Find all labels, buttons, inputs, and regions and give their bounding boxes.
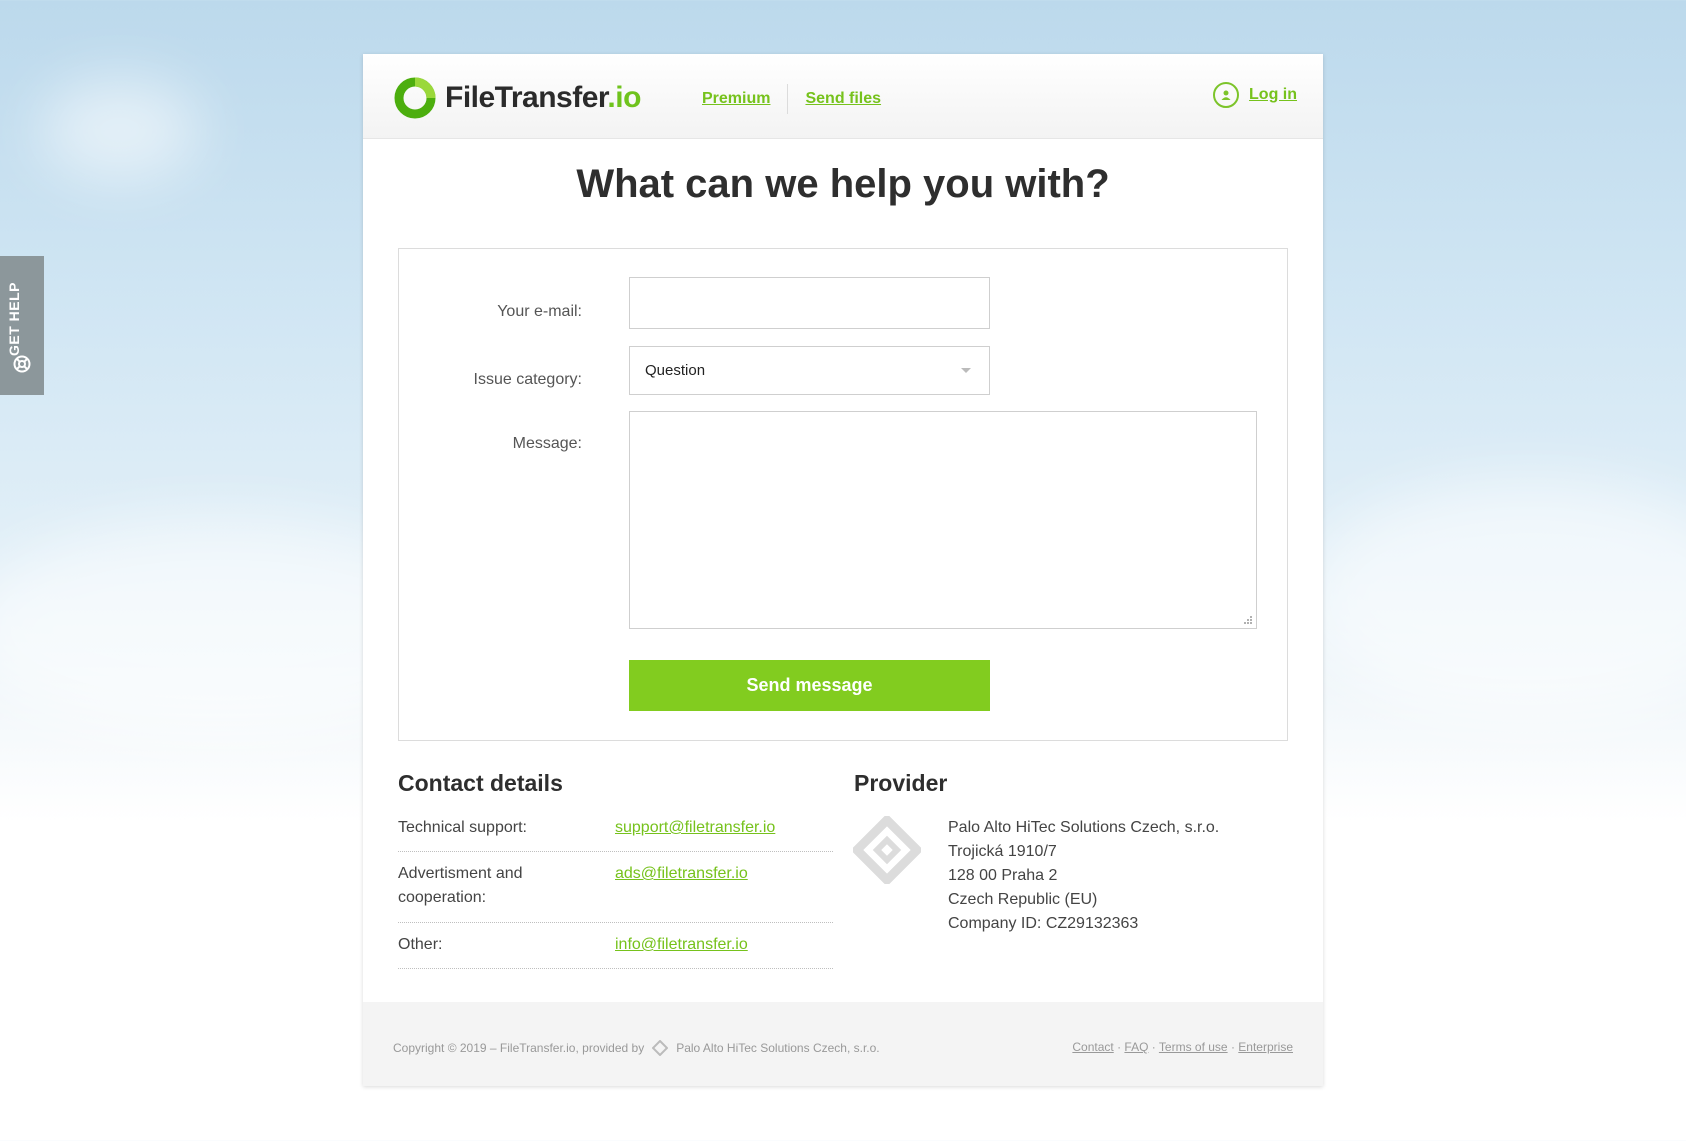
category-label: Issue category: — [473, 371, 583, 388]
email-label: Your e-mail: — [497, 303, 582, 320]
footer-provider-name: Palo Alto HiTec Solutions Czech, s.r.o. — [676, 1041, 880, 1055]
provider-small-icon — [652, 1040, 669, 1056]
provider-line: Trojická 1910/7 — [948, 843, 1057, 860]
contact-key: Technical support: — [398, 819, 527, 836]
contact-details-title: Contact details — [398, 770, 563, 796]
get-help-tab[interactable]: GET HELP — [0, 256, 44, 395]
page-title: What can we help you with? — [576, 162, 1110, 206]
contact-key: Other: — [398, 936, 443, 953]
message-label: Message: — [512, 435, 582, 452]
footer-separator: · — [1230, 1040, 1235, 1054]
nav-premium-link[interactable]: Premium — [702, 90, 770, 108]
nav-send-files-link[interactable]: Send files — [805, 90, 881, 108]
contact-row: Other: info@filetransfer.io — [398, 933, 833, 969]
footer-links: Contact · FAQ · Terms of use · Enterpris… — [1072, 1040, 1293, 1054]
contact-row: Technical support: support@filetransfer.… — [398, 816, 833, 852]
site-footer: Copyright © 2019 – FileTransfer.io, prov… — [363, 1002, 1323, 1086]
footer-separator: · — [1117, 1040, 1122, 1054]
login-link[interactable]: Log in — [1249, 86, 1297, 104]
provider-line: Czech Republic (EU) — [948, 891, 1098, 908]
provider-line: Palo Alto HiTec Solutions Czech, s.r.o. — [948, 819, 1220, 836]
contact-key: Advertisment and cooperation: — [398, 865, 523, 906]
footer-enterprise-link[interactable]: Enterprise — [1238, 1040, 1293, 1054]
logo-ring-icon — [394, 77, 436, 119]
nav-divider — [787, 84, 789, 114]
ads-email-link[interactable]: ads@filetransfer.io — [615, 862, 748, 886]
footer-terms-link[interactable]: Terms of use — [1159, 1040, 1228, 1054]
bg-cloud — [40, 80, 200, 180]
contact-form: Your e-mail: Issue category: Question Me… — [398, 248, 1288, 741]
support-email-link[interactable]: support@filetransfer.io — [615, 816, 775, 840]
user-icon — [1213, 82, 1240, 108]
issue-category-select[interactable]: Question — [629, 346, 990, 395]
provider-title: Provider — [854, 770, 948, 796]
provider-line: Company ID: CZ29132363 — [948, 915, 1139, 932]
category-value: Question — [645, 362, 706, 379]
site-logo[interactable]: FileTransfer.io — [393, 76, 641, 120]
footer-faq-link[interactable]: FAQ — [1124, 1040, 1148, 1054]
lifebuoy-icon — [13, 355, 31, 373]
bg-cloud — [1300, 480, 1686, 720]
footer-copyright: Copyright © 2019 – FileTransfer.io, prov… — [393, 1040, 880, 1056]
site-header: FileTransfer.io Premium Send files Log i… — [363, 54, 1323, 139]
resize-grip-icon[interactable] — [1243, 615, 1253, 625]
get-help-label: GET HELP — [6, 281, 22, 356]
email-field[interactable] — [629, 277, 990, 329]
footer-separator: · — [1151, 1040, 1156, 1054]
main-nav: Premium Send files — [702, 84, 881, 114]
provider-diamond-icon — [853, 816, 921, 884]
main-card: FileTransfer.io Premium Send files Log i… — [363, 54, 1323, 1086]
contact-row: Advertisment and cooperation: ads@filetr… — [398, 862, 833, 923]
message-textarea[interactable] — [629, 411, 1257, 629]
chevron-down-icon — [961, 368, 971, 373]
footer-contact-link[interactable]: Contact — [1072, 1040, 1113, 1054]
login-area[interactable]: Log in — [1213, 82, 1297, 108]
provider-address: Palo Alto HiTec Solutions Czech, s.r.o. … — [948, 816, 1219, 936]
logo-text: FileTransfer.io — [445, 81, 641, 114]
send-message-button[interactable]: Send message — [629, 660, 990, 711]
info-email-link[interactable]: info@filetransfer.io — [615, 933, 748, 957]
provider-line: 128 00 Praha 2 — [948, 867, 1058, 884]
copyright-text: Copyright © 2019 – FileTransfer.io, prov… — [393, 1041, 645, 1055]
